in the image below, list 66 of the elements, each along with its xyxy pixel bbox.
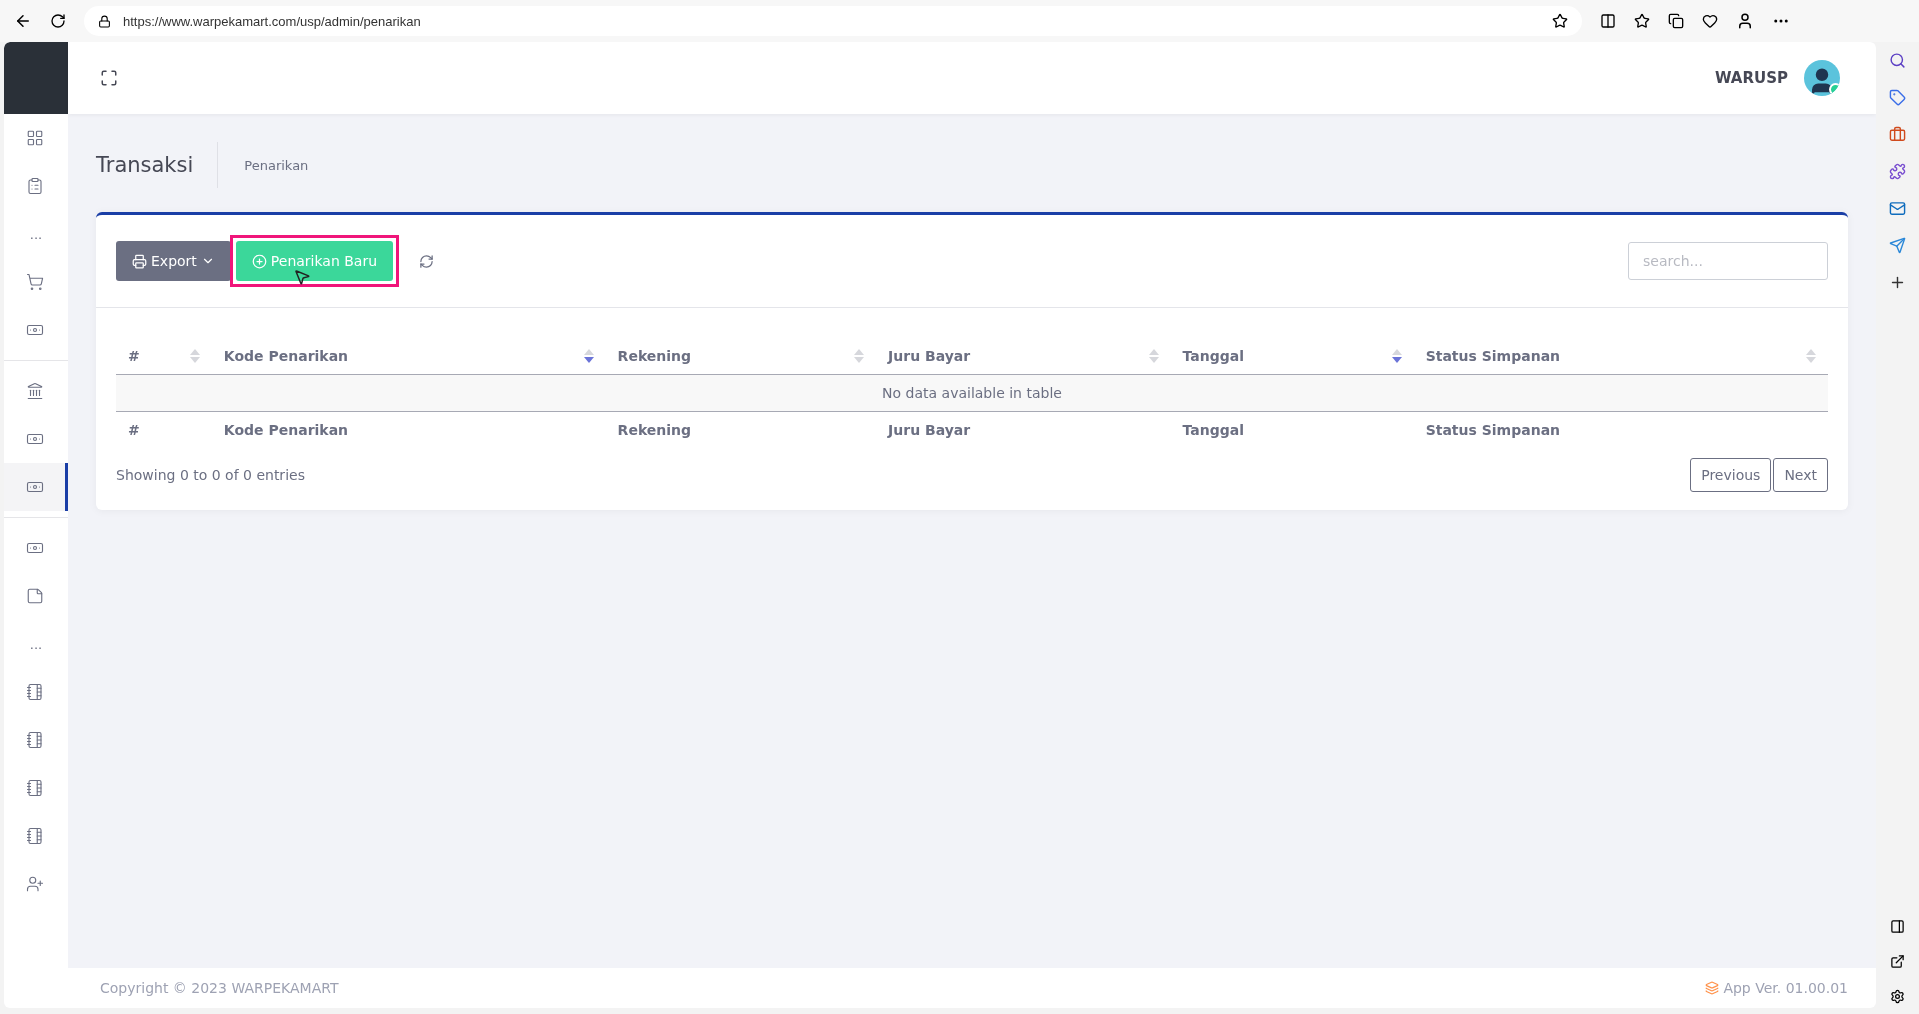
- cursor-icon: [292, 268, 311, 286]
- empty-message: No data available in table: [116, 374, 1828, 412]
- breadcrumb[interactable]: Penarikan: [218, 157, 309, 173]
- notebook-icon: [25, 683, 44, 701]
- column-footer: #: [128, 422, 140, 438]
- reload-icon[interactable]: [50, 13, 66, 29]
- tag-icon[interactable]: [1889, 89, 1906, 106]
- brand-block: [4, 42, 68, 114]
- column-footer: Rekening: [617, 422, 692, 438]
- profile-icon[interactable]: [1736, 12, 1754, 30]
- favorites-icon[interactable]: [1634, 13, 1650, 29]
- column-header[interactable]: #: [128, 348, 140, 364]
- user-name: WARUSP: [1715, 69, 1788, 87]
- heart-icon[interactable]: [1702, 13, 1718, 29]
- send-icon[interactable]: [1889, 237, 1906, 254]
- external-link-icon[interactable]: [1890, 954, 1905, 969]
- search-field[interactable]: search...: [1628, 242, 1828, 280]
- grid-icon: [25, 129, 44, 147]
- notebook-icon: [25, 827, 44, 845]
- lock-icon: [98, 14, 111, 28]
- column-header[interactable]: Status Simpanan: [1425, 348, 1561, 364]
- note-icon: [25, 587, 44, 605]
- column-footer: Status Simpanan: [1425, 422, 1561, 438]
- puzzle-icon[interactable]: [1889, 163, 1906, 180]
- settings-icon[interactable]: [1890, 989, 1905, 1004]
- column-header[interactable]: Kode Penarikan: [223, 348, 349, 364]
- page-title: Transaksi: [96, 142, 219, 188]
- star-icon[interactable]: [1552, 13, 1568, 29]
- export-button[interactable]: Export: [116, 241, 231, 281]
- pagination-button[interactable]: Previous: [1690, 458, 1772, 492]
- column-header[interactable]: Rekening: [617, 348, 692, 364]
- more-dots: ...: [28, 225, 44, 244]
- search-icon[interactable]: [1889, 52, 1906, 69]
- bank-icon: [25, 382, 44, 400]
- address-bar[interactable]: https://www.warpekamart.com/usp/admin/penarikan: [84, 6, 1582, 36]
- notebook-icon: [25, 731, 44, 749]
- column-footer: Tanggal: [1182, 422, 1244, 438]
- pagination-button[interactable]: Next: [1773, 458, 1828, 492]
- url-text: https://www.warpekamart.com/usp/admin/penarikan: [123, 13, 421, 29]
- sort-icon[interactable]: [1391, 349, 1402, 363]
- layers-icon: [1705, 981, 1720, 995]
- briefcase-icon[interactable]: [1889, 126, 1906, 143]
- column-header[interactable]: Juru Bayar: [888, 348, 971, 364]
- printer-icon: [132, 253, 147, 269]
- more-dots: ...: [28, 635, 44, 654]
- mail-icon[interactable]: [1889, 200, 1906, 217]
- copyright-text: Copyright © 2023 WARPEKAMART: [100, 980, 339, 996]
- notebook-icon: [25, 779, 44, 797]
- sort-icon[interactable]: [583, 349, 594, 363]
- fullscreen-icon[interactable]: [100, 69, 118, 87]
- entries-info: Showing 0 to 0 of 0 entries: [116, 467, 305, 483]
- panel-icon[interactable]: [1890, 919, 1905, 934]
- split-icon[interactable]: [1600, 13, 1616, 29]
- collections-icon[interactable]: [1668, 13, 1684, 29]
- cart-icon: [25, 273, 44, 291]
- column-footer: Juru Bayar: [888, 422, 971, 438]
- back-icon[interactable]: [14, 12, 32, 30]
- column-header[interactable]: Tanggal: [1182, 348, 1244, 364]
- avatar[interactable]: [1804, 60, 1840, 96]
- version-text: App Ver. 01.00.01: [1705, 980, 1848, 996]
- plus-circle-icon: [251, 253, 267, 269]
- add-icon[interactable]: [1889, 274, 1906, 291]
- column-footer: Kode Penarikan: [223, 422, 349, 438]
- user-add-icon: [25, 875, 44, 893]
- sidebar-item[interactable]: [4, 463, 68, 511]
- clipboard-icon: [25, 177, 44, 195]
